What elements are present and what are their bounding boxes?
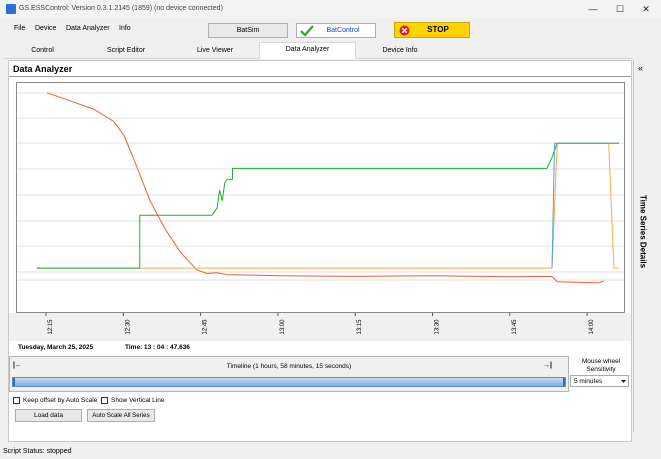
- series-line-2: [36, 142, 619, 269]
- check-icon: [300, 25, 314, 37]
- x-axis-band: 12:15 12:30 12:45 13:00 13:15 13:30 13:45 14:00: [9, 313, 631, 341]
- time-label: Time: 13 : 04 : 47.636: [125, 344, 190, 351]
- x-tick-label: 13:00: [280, 319, 286, 335]
- x-tick-label: 13:30: [435, 319, 441, 335]
- x-tick-label: 13:15: [357, 319, 363, 335]
- window-title: GS.ESSControl: Version 0.3.1.2145 (1859)…: [19, 5, 223, 12]
- chevron-down-icon: [621, 380, 626, 383]
- minimize-button[interactable]: —: [580, 0, 606, 18]
- divider: [9, 76, 631, 77]
- menu-info[interactable]: Info: [119, 25, 131, 32]
- sensitivity-select[interactable]: 5 minutes: [570, 375, 629, 387]
- collapse-icon[interactable]: «: [638, 63, 643, 73]
- x-tick-label: 12:45: [203, 319, 209, 335]
- tab-live-viewer[interactable]: Live Viewer: [172, 44, 258, 58]
- batcontrol-label: BatControl: [326, 27, 360, 34]
- app-icon: [6, 4, 16, 14]
- stop-label: STOP: [427, 25, 449, 34]
- auto-scale-button[interactable]: Auto Scale All Series: [87, 409, 155, 422]
- time-series-chart[interactable]: [17, 83, 624, 312]
- panel-title: Data Analyzer: [13, 64, 73, 74]
- keep-offset-label: Keep offset by Auto Scale: [23, 397, 98, 404]
- keep-offset-checkbox[interactable]: [13, 397, 20, 404]
- status-bar-text: Script Status: stopped: [3, 448, 72, 455]
- x-tick-label: 12:30: [125, 319, 131, 335]
- menu-file[interactable]: File: [14, 25, 25, 32]
- sensitivity-value: 5 minutes: [574, 378, 603, 385]
- date-label: Tuesday, March 25, 2025: [18, 344, 94, 351]
- x-tick-label: 12:15: [48, 319, 54, 335]
- close-button[interactable]: ✕: [633, 0, 659, 18]
- tab-script-editor[interactable]: Script Editor: [83, 44, 169, 58]
- series-line-4: [551, 142, 614, 269]
- sensitivity-label: Mouse wheel Sensitivity: [581, 358, 621, 373]
- load-data-button[interactable]: Load data: [15, 409, 82, 422]
- side-panel-label: Time Series Details: [638, 194, 648, 269]
- series-line-3: [36, 142, 619, 269]
- tab-data-analyzer[interactable]: Data Analyzer: [259, 42, 356, 59]
- stop-button[interactable]: STOP: [394, 22, 470, 38]
- menu-data-analyzer[interactable]: Data Analyzer: [66, 25, 110, 32]
- show-vertical-line-label: Show Vertical Line: [111, 397, 165, 404]
- timeline-label: Timeline (1 hours, 58 minutes, 15 second…: [226, 363, 352, 370]
- timeline-handle-left[interactable]: [13, 378, 15, 386]
- batsim-label: BatSim: [236, 27, 260, 34]
- stop-icon: [399, 25, 410, 36]
- timeline-handle-right[interactable]: [563, 378, 565, 386]
- show-vertical-line-checkbox[interactable]: [101, 397, 108, 404]
- series-line-1: [46, 92, 604, 284]
- timeline-scrollbar[interactable]: [12, 377, 566, 387]
- tab-device-info[interactable]: Device Info: [358, 44, 442, 58]
- maximize-button[interactable]: ☐: [607, 0, 633, 18]
- menu-device[interactable]: Device: [35, 25, 56, 32]
- tab-control[interactable]: Control: [4, 44, 81, 58]
- x-tick-label: 14:00: [589, 319, 595, 335]
- chart-area[interactable]: [16, 82, 625, 313]
- x-axis: 12:15 12:30 12:45 13:00 13:15 13:30 13:45 14:00: [45, 313, 595, 335]
- x-tick-label: 13:45: [512, 319, 518, 335]
- batsim-button[interactable]: BatSim: [208, 23, 288, 38]
- batcontrol-button[interactable]: BatControl: [296, 23, 376, 38]
